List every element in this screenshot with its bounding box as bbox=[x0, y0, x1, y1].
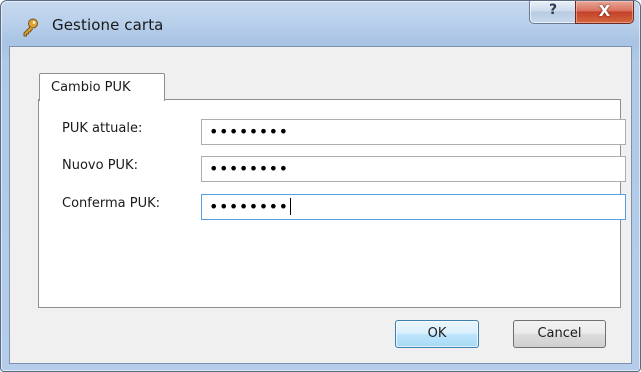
new-puk-field[interactable]: •••••••• bbox=[201, 156, 626, 182]
current-puk-value: •••••••• bbox=[209, 122, 289, 141]
cancel-button[interactable]: Cancel bbox=[513, 320, 606, 348]
current-puk-label: PUK attuale: bbox=[62, 121, 143, 136]
tab-panel: PUK attuale: •••••••• Nuovo PUK: •••••••… bbox=[38, 99, 626, 308]
confirm-puk-field[interactable]: •••••••• bbox=[201, 194, 626, 220]
help-button[interactable]: ? bbox=[529, 1, 577, 24]
title-bar[interactable]: Gestione carta ? X bbox=[1, 1, 640, 47]
caption-buttons: ? X bbox=[529, 1, 634, 25]
tab-cambio-puk[interactable]: Cambio PUK bbox=[39, 73, 165, 101]
close-button[interactable]: X bbox=[575, 1, 634, 24]
dialog-client-area: Cambio PUK PUK attuale: •••••••• Nuovo P… bbox=[9, 46, 632, 364]
close-icon: X bbox=[598, 2, 611, 20]
confirm-puk-value: •••••••• bbox=[209, 197, 291, 216]
tab-label: Cambio PUK bbox=[51, 80, 131, 95]
ok-button[interactable]: OK bbox=[395, 320, 479, 348]
dialog-window: Gestione carta ? X Cambio PUK PUK attual… bbox=[0, 0, 641, 372]
current-puk-field[interactable]: •••••••• bbox=[201, 119, 626, 145]
new-puk-value: •••••••• bbox=[209, 159, 289, 178]
new-puk-label: Nuovo PUK: bbox=[62, 158, 138, 173]
window-title: Gestione carta bbox=[52, 16, 164, 34]
key-icon bbox=[23, 18, 38, 37]
text-caret bbox=[289, 198, 291, 215]
confirm-puk-label: Conferma PUK: bbox=[62, 196, 160, 211]
help-icon: ? bbox=[548, 2, 558, 18]
